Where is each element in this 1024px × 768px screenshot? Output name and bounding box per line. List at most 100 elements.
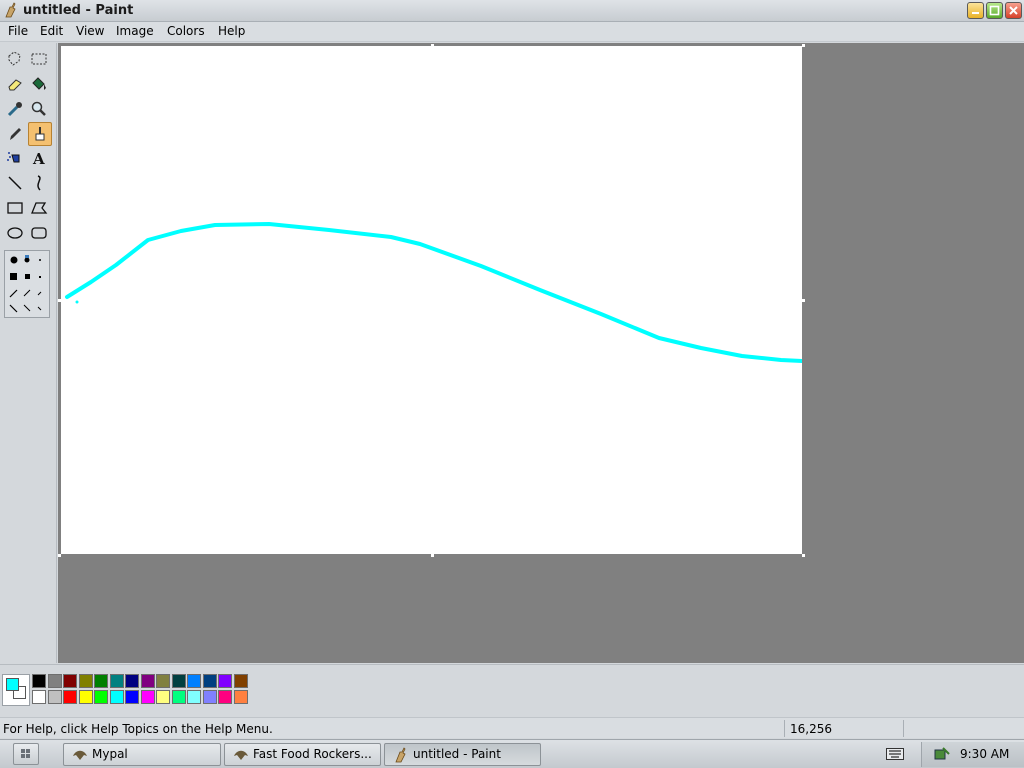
menu-image[interactable]: Image xyxy=(114,24,156,38)
taskbar-item-label: Mypal xyxy=(92,747,128,761)
resize-handle-left[interactable] xyxy=(58,299,61,302)
select-tool[interactable] xyxy=(27,47,51,71)
airbrush-icon xyxy=(7,152,20,163)
rect-select-icon xyxy=(31,53,47,65)
palette-swatch[interactable] xyxy=(233,674,248,688)
palette-swatch[interactable] xyxy=(233,690,248,704)
color-palette xyxy=(0,664,1024,716)
palette-swatch[interactable] xyxy=(78,690,93,704)
rounded-rectangle-tool[interactable] xyxy=(27,221,51,245)
browser-icon xyxy=(234,750,248,760)
status-separator xyxy=(784,720,785,737)
palette-swatch[interactable] xyxy=(140,674,155,688)
palette-swatch[interactable] xyxy=(63,674,77,688)
palette-swatch[interactable] xyxy=(32,674,46,688)
taskbar-item-mypal[interactable]: Mypal xyxy=(63,743,221,766)
palette-swatch[interactable] xyxy=(202,674,217,688)
palette-swatch[interactable] xyxy=(187,674,201,688)
resize-handle-right[interactable] xyxy=(802,299,805,302)
pick-color-tool[interactable] xyxy=(3,97,27,121)
minimize-button[interactable] xyxy=(967,2,984,19)
polygon-icon xyxy=(31,202,48,214)
polygon-tool[interactable] xyxy=(27,196,51,220)
palette-swatch[interactable] xyxy=(171,674,186,688)
palette-swatch[interactable] xyxy=(78,674,93,688)
taskbar-item-fast-food-rockers[interactable]: Fast Food Rockers... xyxy=(224,743,381,766)
eyedropper-icon xyxy=(7,102,22,117)
cyan-brush-stroke xyxy=(65,222,804,363)
status-bar: For Help, click Help Topics on the Help … xyxy=(0,717,1024,738)
brush-icon xyxy=(35,127,45,141)
rectangle-icon xyxy=(7,202,23,214)
palette-swatch[interactable] xyxy=(171,690,186,704)
magnifier-tool[interactable] xyxy=(27,97,51,121)
close-icon xyxy=(1009,6,1018,15)
palette-swatch[interactable] xyxy=(218,690,232,704)
line-icon xyxy=(8,176,22,190)
status-help-text: For Help, click Help Topics on the Help … xyxy=(3,722,273,736)
palette-swatch[interactable] xyxy=(47,674,62,688)
text-tool[interactable]: A xyxy=(27,146,51,170)
line-tool[interactable] xyxy=(3,171,27,195)
curve-tool[interactable] xyxy=(27,171,51,195)
status-separator xyxy=(903,720,904,737)
pencil-tool[interactable] xyxy=(3,122,27,146)
close-button[interactable] xyxy=(1005,2,1022,19)
cursor-coordinates: 16,256 xyxy=(790,722,832,736)
current-colors[interactable] xyxy=(2,674,30,706)
palette-swatch[interactable] xyxy=(109,690,124,704)
resize-handle-top-right[interactable] xyxy=(802,44,805,47)
palette-swatch[interactable] xyxy=(187,690,201,704)
menu-file[interactable]: File xyxy=(6,24,30,38)
taskbar-item-label: untitled - Paint xyxy=(413,747,501,761)
fill-tool[interactable] xyxy=(27,72,51,96)
fill-bucket-icon xyxy=(32,77,46,90)
eraser-tool[interactable] xyxy=(3,72,27,96)
ellipse-tool[interactable] xyxy=(3,221,27,245)
free-form-select-tool[interactable] xyxy=(3,47,27,71)
palette-swatch[interactable] xyxy=(63,690,77,704)
toolbox: A xyxy=(0,43,57,663)
paint-app-icon xyxy=(395,747,406,763)
taskbar: Mypal Fast Food Rockers... untitled - Pa… xyxy=(0,739,1024,768)
network-icon[interactable] xyxy=(934,746,950,762)
start-button[interactable] xyxy=(13,743,39,765)
menu-colors[interactable]: Colors xyxy=(165,24,207,38)
palette-swatch[interactable] xyxy=(125,674,139,688)
brush-tool[interactable] xyxy=(28,122,52,146)
resize-handle-bottom[interactable] xyxy=(431,554,434,557)
eraser-icon xyxy=(8,79,22,91)
keyboard-icon[interactable] xyxy=(886,748,904,760)
palette-swatch[interactable] xyxy=(202,690,217,704)
system-tray: 9:30 AM xyxy=(921,742,1024,767)
palette-swatch[interactable] xyxy=(125,690,139,704)
drawing-canvas[interactable] xyxy=(61,46,804,554)
palette-swatch[interactable] xyxy=(156,690,170,704)
palette-swatch[interactable] xyxy=(94,690,108,704)
menu-view[interactable]: View xyxy=(74,24,106,38)
rounded-rect-icon xyxy=(31,227,47,239)
maximize-button[interactable] xyxy=(986,2,1003,19)
title-bar[interactable]: untitled - Paint xyxy=(0,0,1024,22)
rectangle-tool[interactable] xyxy=(3,196,27,220)
palette-swatch[interactable] xyxy=(218,674,232,688)
airbrush-tool[interactable] xyxy=(3,146,27,170)
resize-handle-top[interactable] xyxy=(431,44,434,47)
palette-swatch[interactable] xyxy=(94,674,108,688)
magnifier-icon xyxy=(31,101,46,116)
palette-swatch[interactable] xyxy=(140,690,155,704)
palette-swatch[interactable] xyxy=(156,674,170,688)
resize-handle-bottom-left[interactable] xyxy=(58,554,61,557)
foreground-color[interactable] xyxy=(6,678,19,691)
menu-help[interactable]: Help xyxy=(216,24,247,38)
palette-swatch[interactable] xyxy=(32,690,46,704)
palette-swatch[interactable] xyxy=(47,690,62,704)
start-grid-icon xyxy=(21,749,30,758)
taskbar-item-paint[interactable]: untitled - Paint xyxy=(384,743,541,766)
resize-handle-bottom-right[interactable] xyxy=(802,554,805,557)
brush-shape-options[interactable] xyxy=(4,250,50,318)
palette-swatch[interactable] xyxy=(109,674,124,688)
menu-edit[interactable]: Edit xyxy=(38,24,65,38)
pencil-icon xyxy=(10,128,21,140)
paint-app-icon xyxy=(5,2,16,18)
